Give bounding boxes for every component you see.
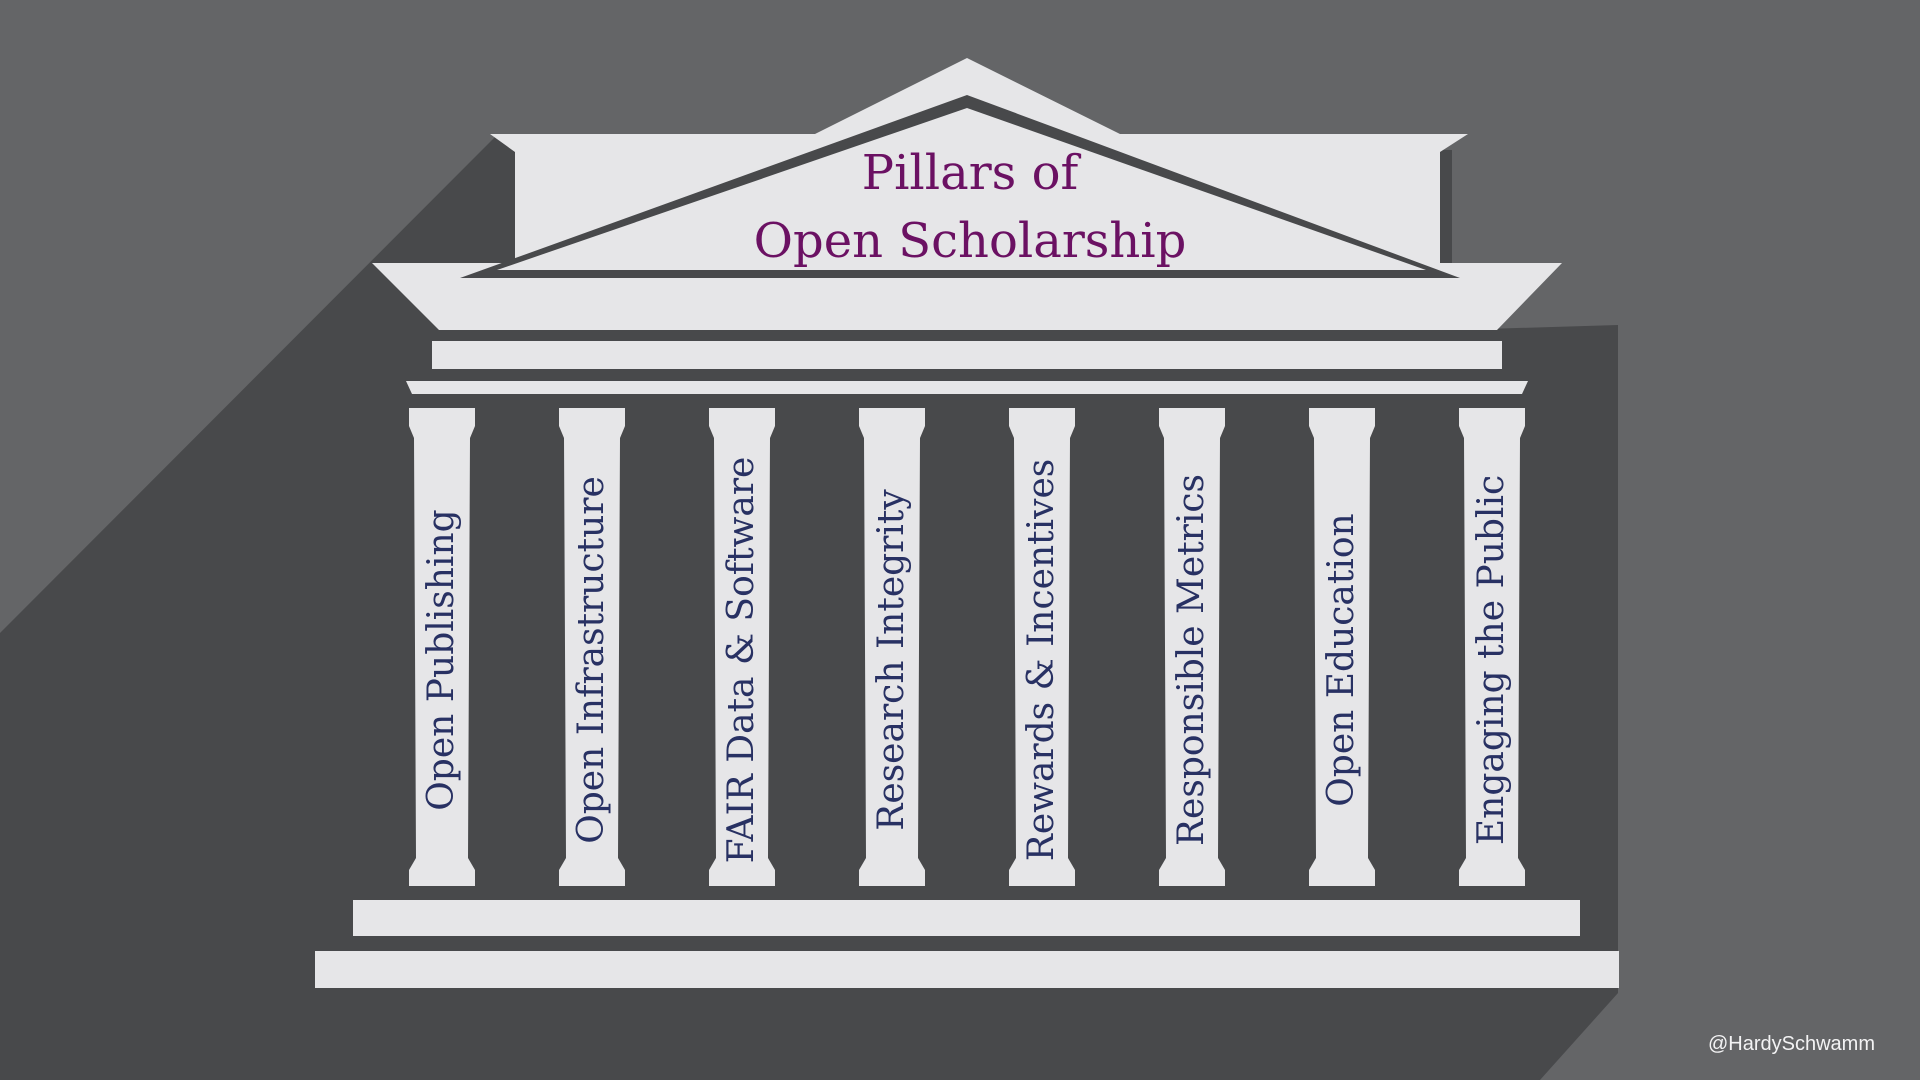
pillars-diagram: Pillars of Open Scholarship Open Publish… [0, 0, 1920, 1080]
pillar-label-6: Responsible Metrics [1171, 473, 1212, 847]
title-line-2: Open Scholarship [753, 213, 1187, 269]
base-step-lower [315, 951, 1619, 988]
author-credit: @HardySchwamm [1707, 1033, 1875, 1055]
pillar-label-1: Open Publishing [421, 509, 462, 811]
base-step-upper [353, 900, 1580, 936]
title-line-1: Pillars of [861, 145, 1079, 201]
capital-strip [406, 381, 1528, 394]
entablature-beam [432, 341, 1502, 369]
pillar-label-4: Research Integrity [871, 489, 912, 831]
pillar-label-7: Open Education [1321, 513, 1362, 807]
pillar-label-5: Rewards & Incentives [1021, 458, 1062, 862]
pillar-label-3: FAIR Data & Software [721, 456, 762, 864]
pillar-label-2: Open Infrastructure [571, 476, 612, 844]
pillar-label-8: Engaging the Public [1471, 474, 1512, 846]
